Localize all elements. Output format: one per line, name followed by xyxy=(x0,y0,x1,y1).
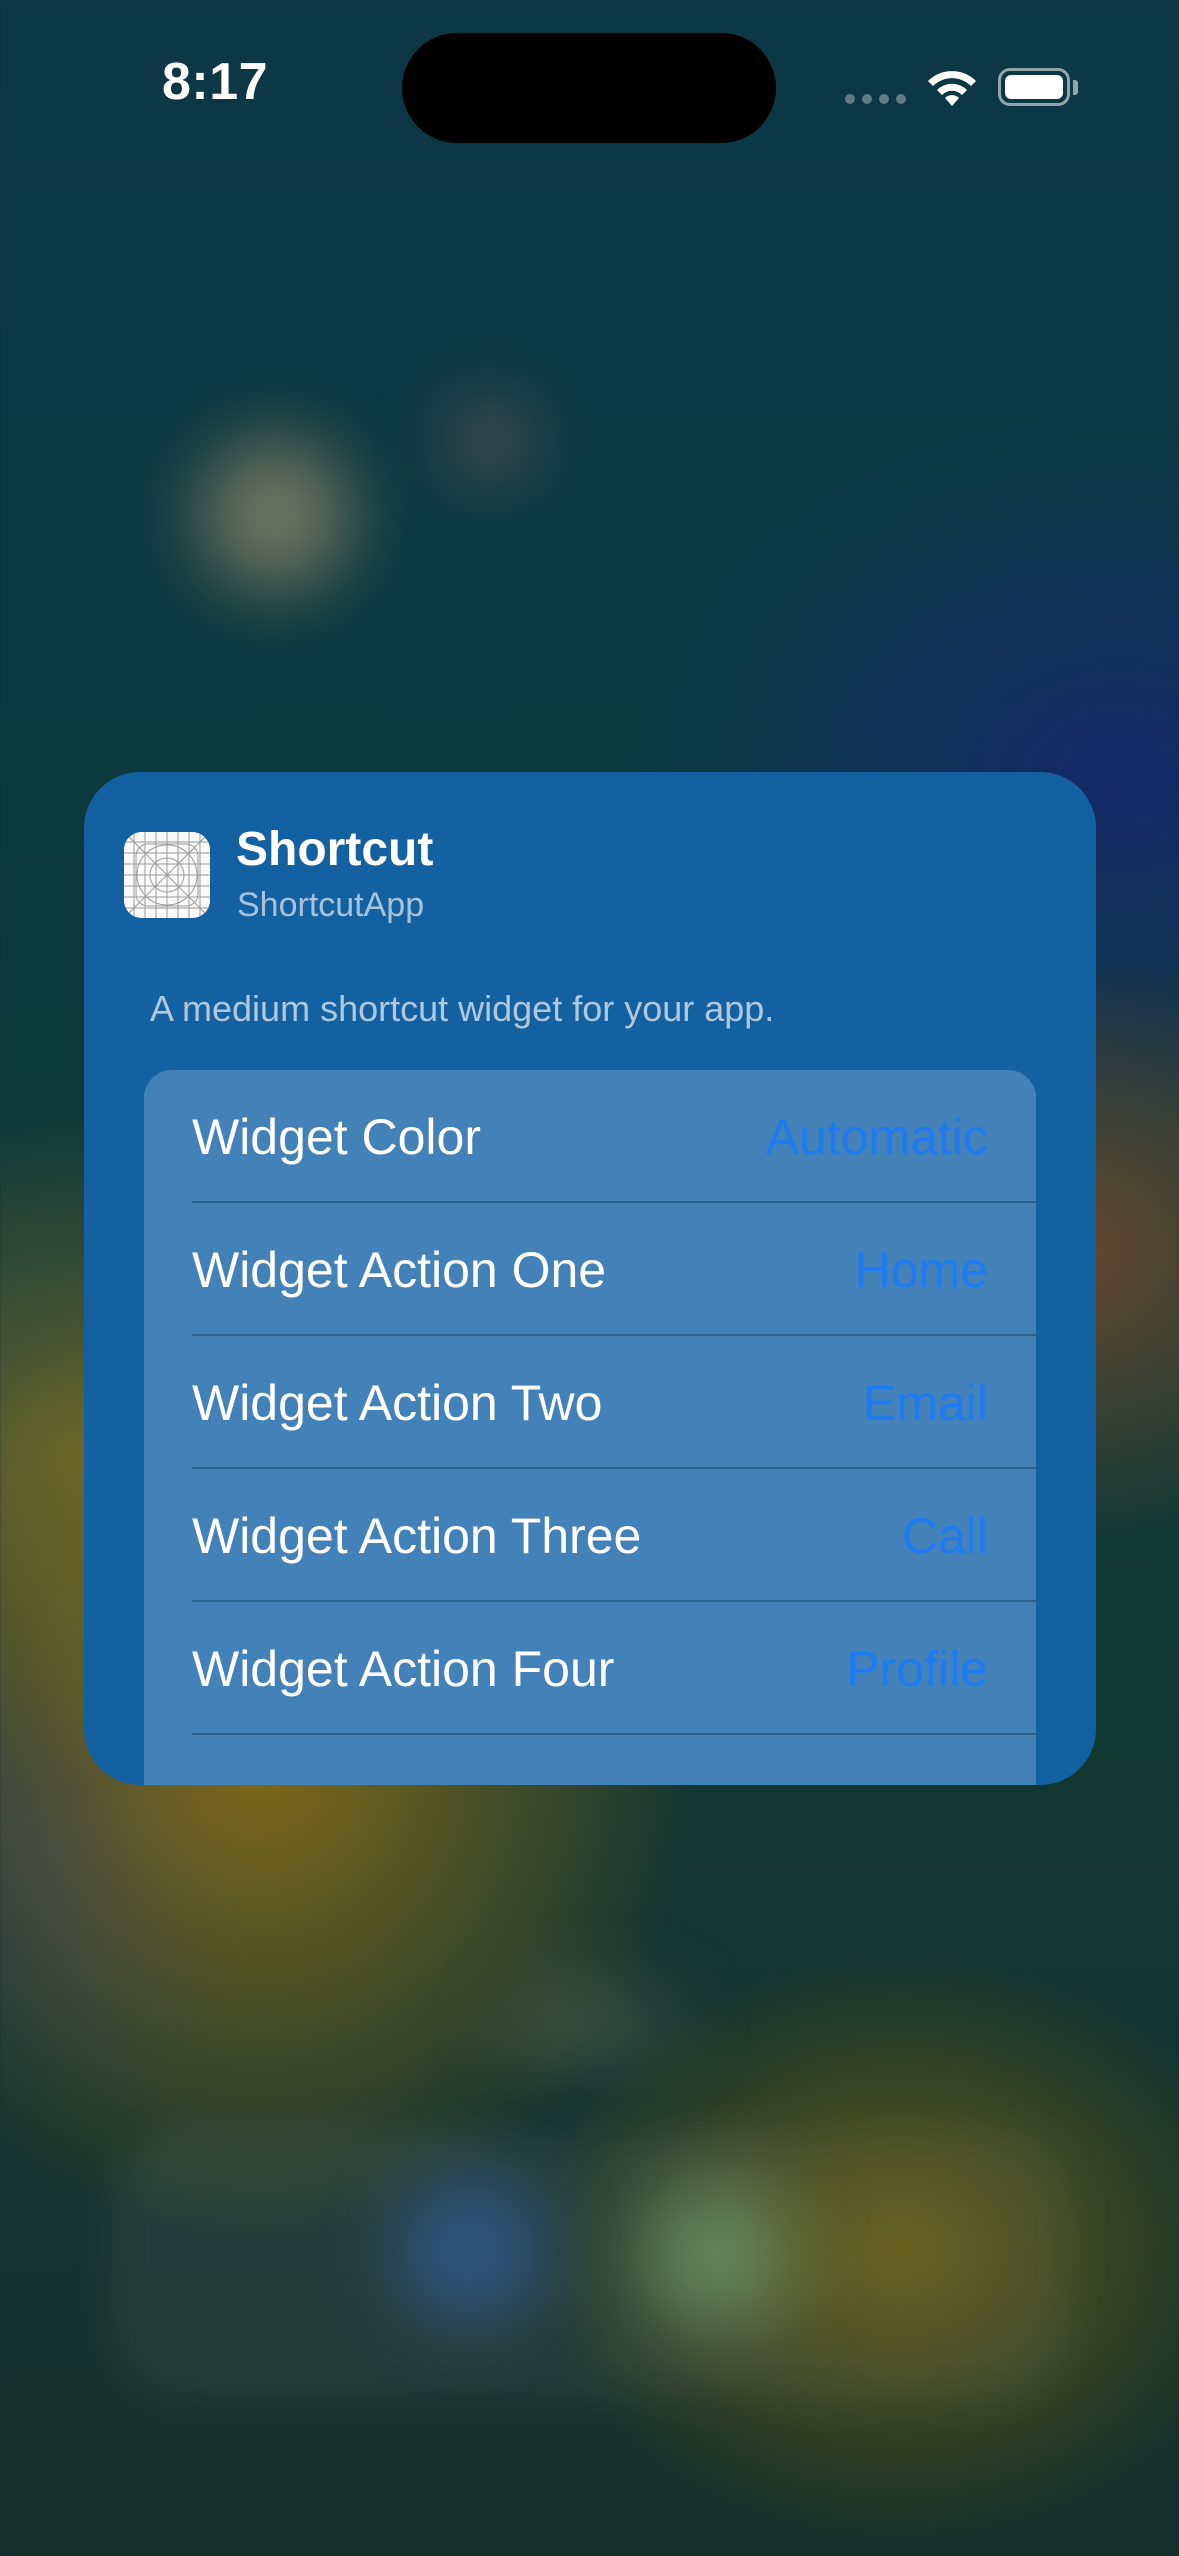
dynamic-island xyxy=(402,33,776,143)
cellular-signal-icon xyxy=(845,94,906,104)
battery-tip xyxy=(1073,80,1078,95)
setting-row-action-four[interactable]: Widget Action Four Profile xyxy=(144,1602,1036,1735)
setting-label: Widget Action Four xyxy=(192,1640,615,1697)
battery-icon xyxy=(998,68,1070,106)
setting-row-action-two[interactable]: Widget Action Two Email xyxy=(144,1336,1036,1469)
app-subtitle: ShortcutApp xyxy=(237,886,425,924)
wifi-icon xyxy=(928,71,976,106)
blurred-dock-icon xyxy=(400,2180,540,2320)
blurred-app-icon xyxy=(450,400,530,480)
widget-settings-list: Widget Color Automatic Widget Action One… xyxy=(144,1070,1036,1785)
setting-row-widget-color[interactable]: Widget Color Automatic xyxy=(144,1070,1036,1203)
setting-label: Widget Action One xyxy=(192,1241,607,1298)
setting-label: Widget Action Two xyxy=(192,1374,603,1431)
blurred-app-icon xyxy=(200,440,350,590)
app-name: Shortcut xyxy=(236,823,434,876)
setting-value[interactable]: Profile xyxy=(846,1640,988,1698)
app-grid-icon xyxy=(124,832,210,918)
widget-description: A medium shortcut widget for your app. xyxy=(150,988,775,1029)
setting-label: Widget Action Three xyxy=(192,1507,642,1564)
status-time: 8:17 xyxy=(161,53,269,111)
blurred-dock xyxy=(110,2130,1070,2400)
blurred-search-pill xyxy=(500,1990,680,2060)
setting-row-cut-off[interactable] xyxy=(144,1735,1036,1785)
setting-row-action-three[interactable]: Widget Action Three Call xyxy=(144,1469,1036,1602)
blurred-dock-icon xyxy=(640,2180,790,2330)
setting-value[interactable]: Email xyxy=(863,1374,988,1432)
widget-config-card: Shortcut ShortcutApp A medium shortcut w… xyxy=(84,772,1096,1785)
setting-value[interactable]: Automatic xyxy=(766,1108,988,1166)
setting-value[interactable]: Home xyxy=(855,1241,988,1299)
setting-value[interactable]: Call xyxy=(902,1507,988,1565)
setting-label: Widget Color xyxy=(192,1108,481,1165)
setting-row-action-one[interactable]: Widget Action One Home xyxy=(144,1203,1036,1336)
